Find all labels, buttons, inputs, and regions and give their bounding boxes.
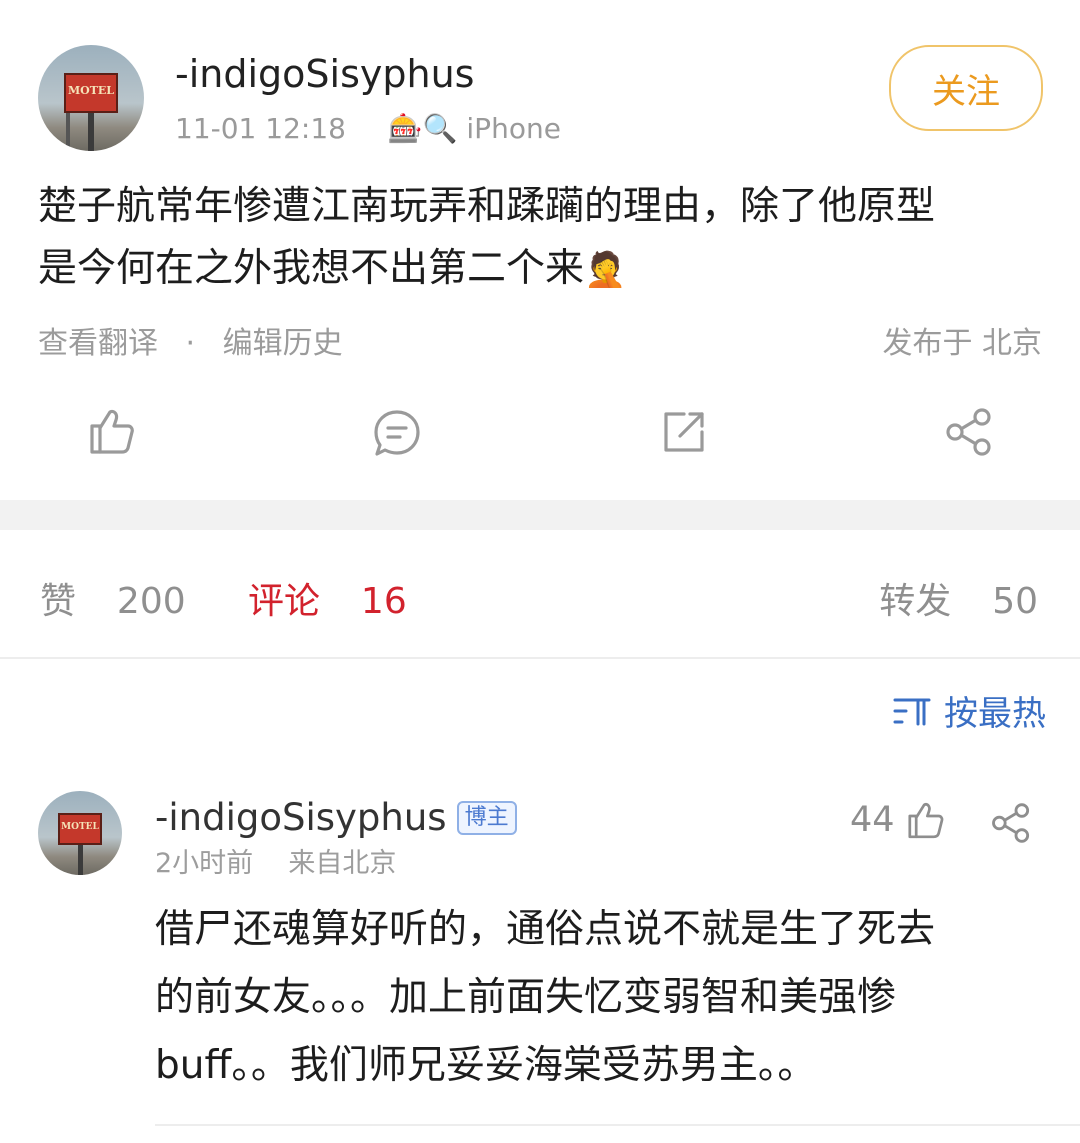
tab-reposts[interactable]: 转发 50	[879, 572, 1038, 624]
author-badge: 博主	[456, 800, 517, 835]
comment-text-line: 的前女友。。。加上前面失忆变弱智和美强惨	[155, 975, 897, 1020]
post-device: iPhone	[466, 112, 561, 145]
comment-like[interactable]: 44	[850, 800, 945, 840]
likes-label: 赞	[40, 581, 77, 622]
section-divider	[0, 500, 1080, 530]
post-text-line: 是今何在之外我想不出第二个来🤦	[38, 246, 627, 291]
post-body: 楚子航常年惨遭江南玩弄和蹂躏的理由，除了他原型 是今何在之外我想不出第二个来🤦	[38, 176, 1048, 301]
comments-label: 评论	[248, 581, 321, 622]
comment-text-line: buff。。我们师兄妥妥海棠受苏男主。。	[155, 1043, 817, 1088]
repost-icon[interactable]	[660, 408, 708, 456]
comment-body: 借尸还魂算好听的，通俗点说不就是生了死去 的前女友。。。加上前面失忆变弱智和美强…	[155, 896, 1035, 1100]
post-author-name[interactable]: -indigoSisyphus	[175, 52, 474, 96]
avatar-motel-sign: MOTEL	[58, 813, 102, 845]
avatar-motel-sign: MOTEL	[64, 73, 118, 113]
comment-time: 2小时前	[155, 848, 254, 879]
follow-button[interactable]: 关注	[889, 45, 1043, 131]
comment-meta: 2小时前 来自北京	[155, 841, 396, 880]
post-tools: 查看翻译 · 编辑历史	[38, 318, 343, 362]
comment-header: -indigoSisyphus 博主	[155, 796, 517, 839]
post-time: 11-01 12:18	[175, 112, 346, 145]
comment-icon[interactable]	[372, 408, 422, 458]
device-emoji: 🎰🔍	[387, 112, 458, 145]
stats-divider	[0, 657, 1080, 659]
comment-author-avatar[interactable]: MOTEL	[38, 791, 122, 875]
reposts-label: 转发	[879, 581, 952, 622]
thumbs-up-icon[interactable]	[86, 406, 136, 456]
emoji-icon: 🤦	[584, 250, 627, 290]
comment-like-count: 44	[850, 800, 895, 840]
reposts-count: 50	[992, 581, 1038, 622]
comment-from: 来自北京	[288, 848, 397, 879]
edit-history-link[interactable]: 编辑历史	[223, 326, 343, 361]
sort-toggle[interactable]: 按最热	[892, 686, 1046, 735]
tab-comments[interactable]: 评论 16	[248, 572, 407, 624]
post-meta: 11-01 12:18 🎰🔍 iPhone	[175, 112, 561, 145]
comment-author-name[interactable]: -indigoSisyphus	[155, 796, 447, 839]
tab-likes[interactable]: 赞 200	[40, 572, 186, 624]
comment-divider	[155, 1124, 1080, 1126]
sort-label: 按最热	[944, 694, 1046, 734]
tools-separator: ·	[185, 326, 196, 361]
post-location: 发布于 北京	[882, 326, 1042, 361]
translate-link[interactable]: 查看翻译	[38, 326, 158, 361]
comments-count: 16	[360, 581, 407, 622]
sort-icon	[892, 694, 932, 728]
post-text-line: 楚子航常年惨遭江南玩弄和蹂躏的理由，除了他原型	[38, 184, 936, 229]
comment-text-line: 借尸还魂算好听的，通俗点说不就是生了死去	[155, 907, 936, 952]
share-icon[interactable]	[944, 408, 994, 456]
comment-share-icon[interactable]	[990, 803, 1032, 843]
thumbs-up-icon	[905, 800, 945, 840]
post-author-avatar[interactable]: MOTEL	[38, 45, 144, 151]
likes-count: 200	[116, 581, 186, 622]
